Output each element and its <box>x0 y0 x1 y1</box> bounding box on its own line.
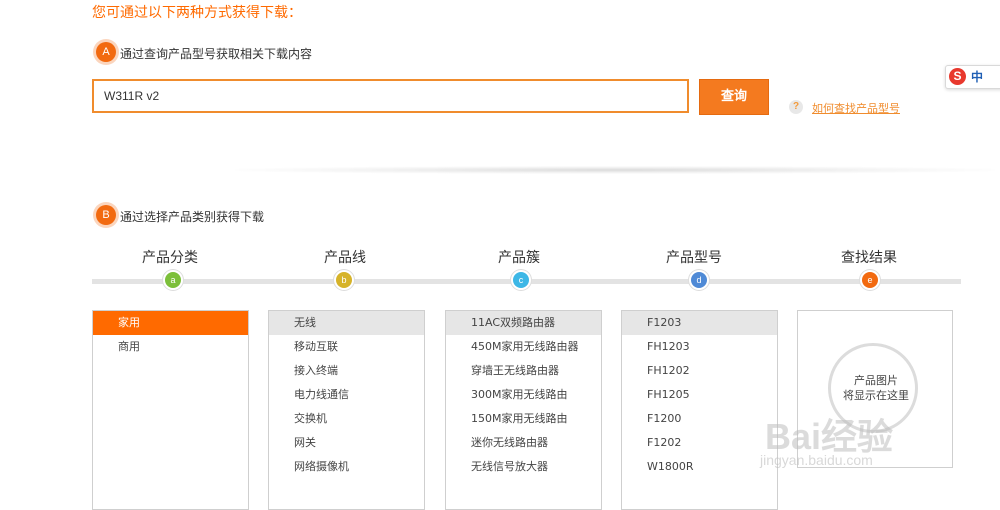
list-item[interactable]: 网关 <box>269 431 424 455</box>
product-model-list: F1203 FH1203 FH1202 FH1205 F1200 F1202 W1800R <box>621 310 778 510</box>
list-item[interactable]: 家用 <box>93 311 248 335</box>
list-item[interactable]: 交换机 <box>269 407 424 431</box>
list-item[interactable]: 无线 <box>269 311 424 335</box>
product-family-list: 11AC双频路由器 450M家用无线路由器 穿墙王无线路由器 300M家用无线路由 15… <box>445 310 602 510</box>
step-c-dot: c <box>513 272 529 288</box>
list-item[interactable]: 无线信号放大器 <box>446 455 601 479</box>
list-item[interactable]: 300M家用无线路由 <box>446 383 601 407</box>
help-icon: ? <box>789 100 803 114</box>
step-header-result: 查找结果 <box>841 250 897 266</box>
result-placeholder-text: 产品图片 将显示在这里 <box>843 374 909 402</box>
step-a-badge: A <box>96 42 116 62</box>
list-item[interactable]: 11AC双频路由器 <box>446 311 601 335</box>
category-list: 家用 商用 <box>92 310 249 510</box>
section-divider <box>235 166 995 174</box>
list-item[interactable]: 迷你无线路由器 <box>446 431 601 455</box>
list-item[interactable]: 接入终端 <box>269 359 424 383</box>
search-button[interactable]: 查询 <box>699 79 769 115</box>
how-to-find-model-link[interactable]: 如何查找产品型号 <box>812 100 900 116</box>
step-a-dot: a <box>165 272 181 288</box>
list-item[interactable]: W1800R <box>622 455 777 479</box>
list-item[interactable]: FH1202 <box>622 359 777 383</box>
list-item[interactable]: 网络摄像机 <box>269 455 424 479</box>
step-b-dot: b <box>336 272 352 288</box>
step-header-product-model: 产品型号 <box>666 250 722 266</box>
list-item[interactable]: F1203 <box>622 311 777 335</box>
list-item[interactable]: 商用 <box>93 335 248 359</box>
list-item[interactable]: 移动互联 <box>269 335 424 359</box>
page-title: 您可通过以下两种方式获得下载： <box>92 5 302 21</box>
list-item[interactable]: 150M家用无线路由 <box>446 407 601 431</box>
step-e-dot: e <box>862 272 878 288</box>
list-item[interactable]: 电力线通信 <box>269 383 424 407</box>
list-item[interactable]: FH1205 <box>622 383 777 407</box>
model-search-box <box>92 79 689 113</box>
step-header-product-line: 产品线 <box>324 250 366 266</box>
list-item[interactable]: F1202 <box>622 431 777 455</box>
step-b-label: 通过选择产品类别获得下载 <box>120 210 265 224</box>
step-b-badge: B <box>96 205 116 225</box>
step-a-label: 通过查询产品型号获取相关下载内容 <box>120 47 313 61</box>
list-item[interactable]: 450M家用无线路由器 <box>446 335 601 359</box>
product-line-list: 无线 移动互联 接入终端 电力线通信 交换机 网关 网络摄像机 <box>268 310 425 510</box>
list-item[interactable]: 穿墙王无线路由器 <box>446 359 601 383</box>
list-item[interactable]: F1200 <box>622 407 777 431</box>
model-search-input[interactable] <box>94 81 687 111</box>
sogou-logo-icon: S <box>949 68 966 85</box>
ime-toolbar[interactable]: S 中 <box>945 65 1000 89</box>
list-item[interactable]: FH1203 <box>622 335 777 359</box>
baidu-watermark-url: jingyan.baidu.com <box>760 452 873 468</box>
step-header-category: 产品分类 <box>142 250 198 266</box>
ime-language-label: 中 <box>971 70 984 84</box>
step-header-product-family: 产品簇 <box>498 250 540 266</box>
step-d-dot: d <box>691 272 707 288</box>
